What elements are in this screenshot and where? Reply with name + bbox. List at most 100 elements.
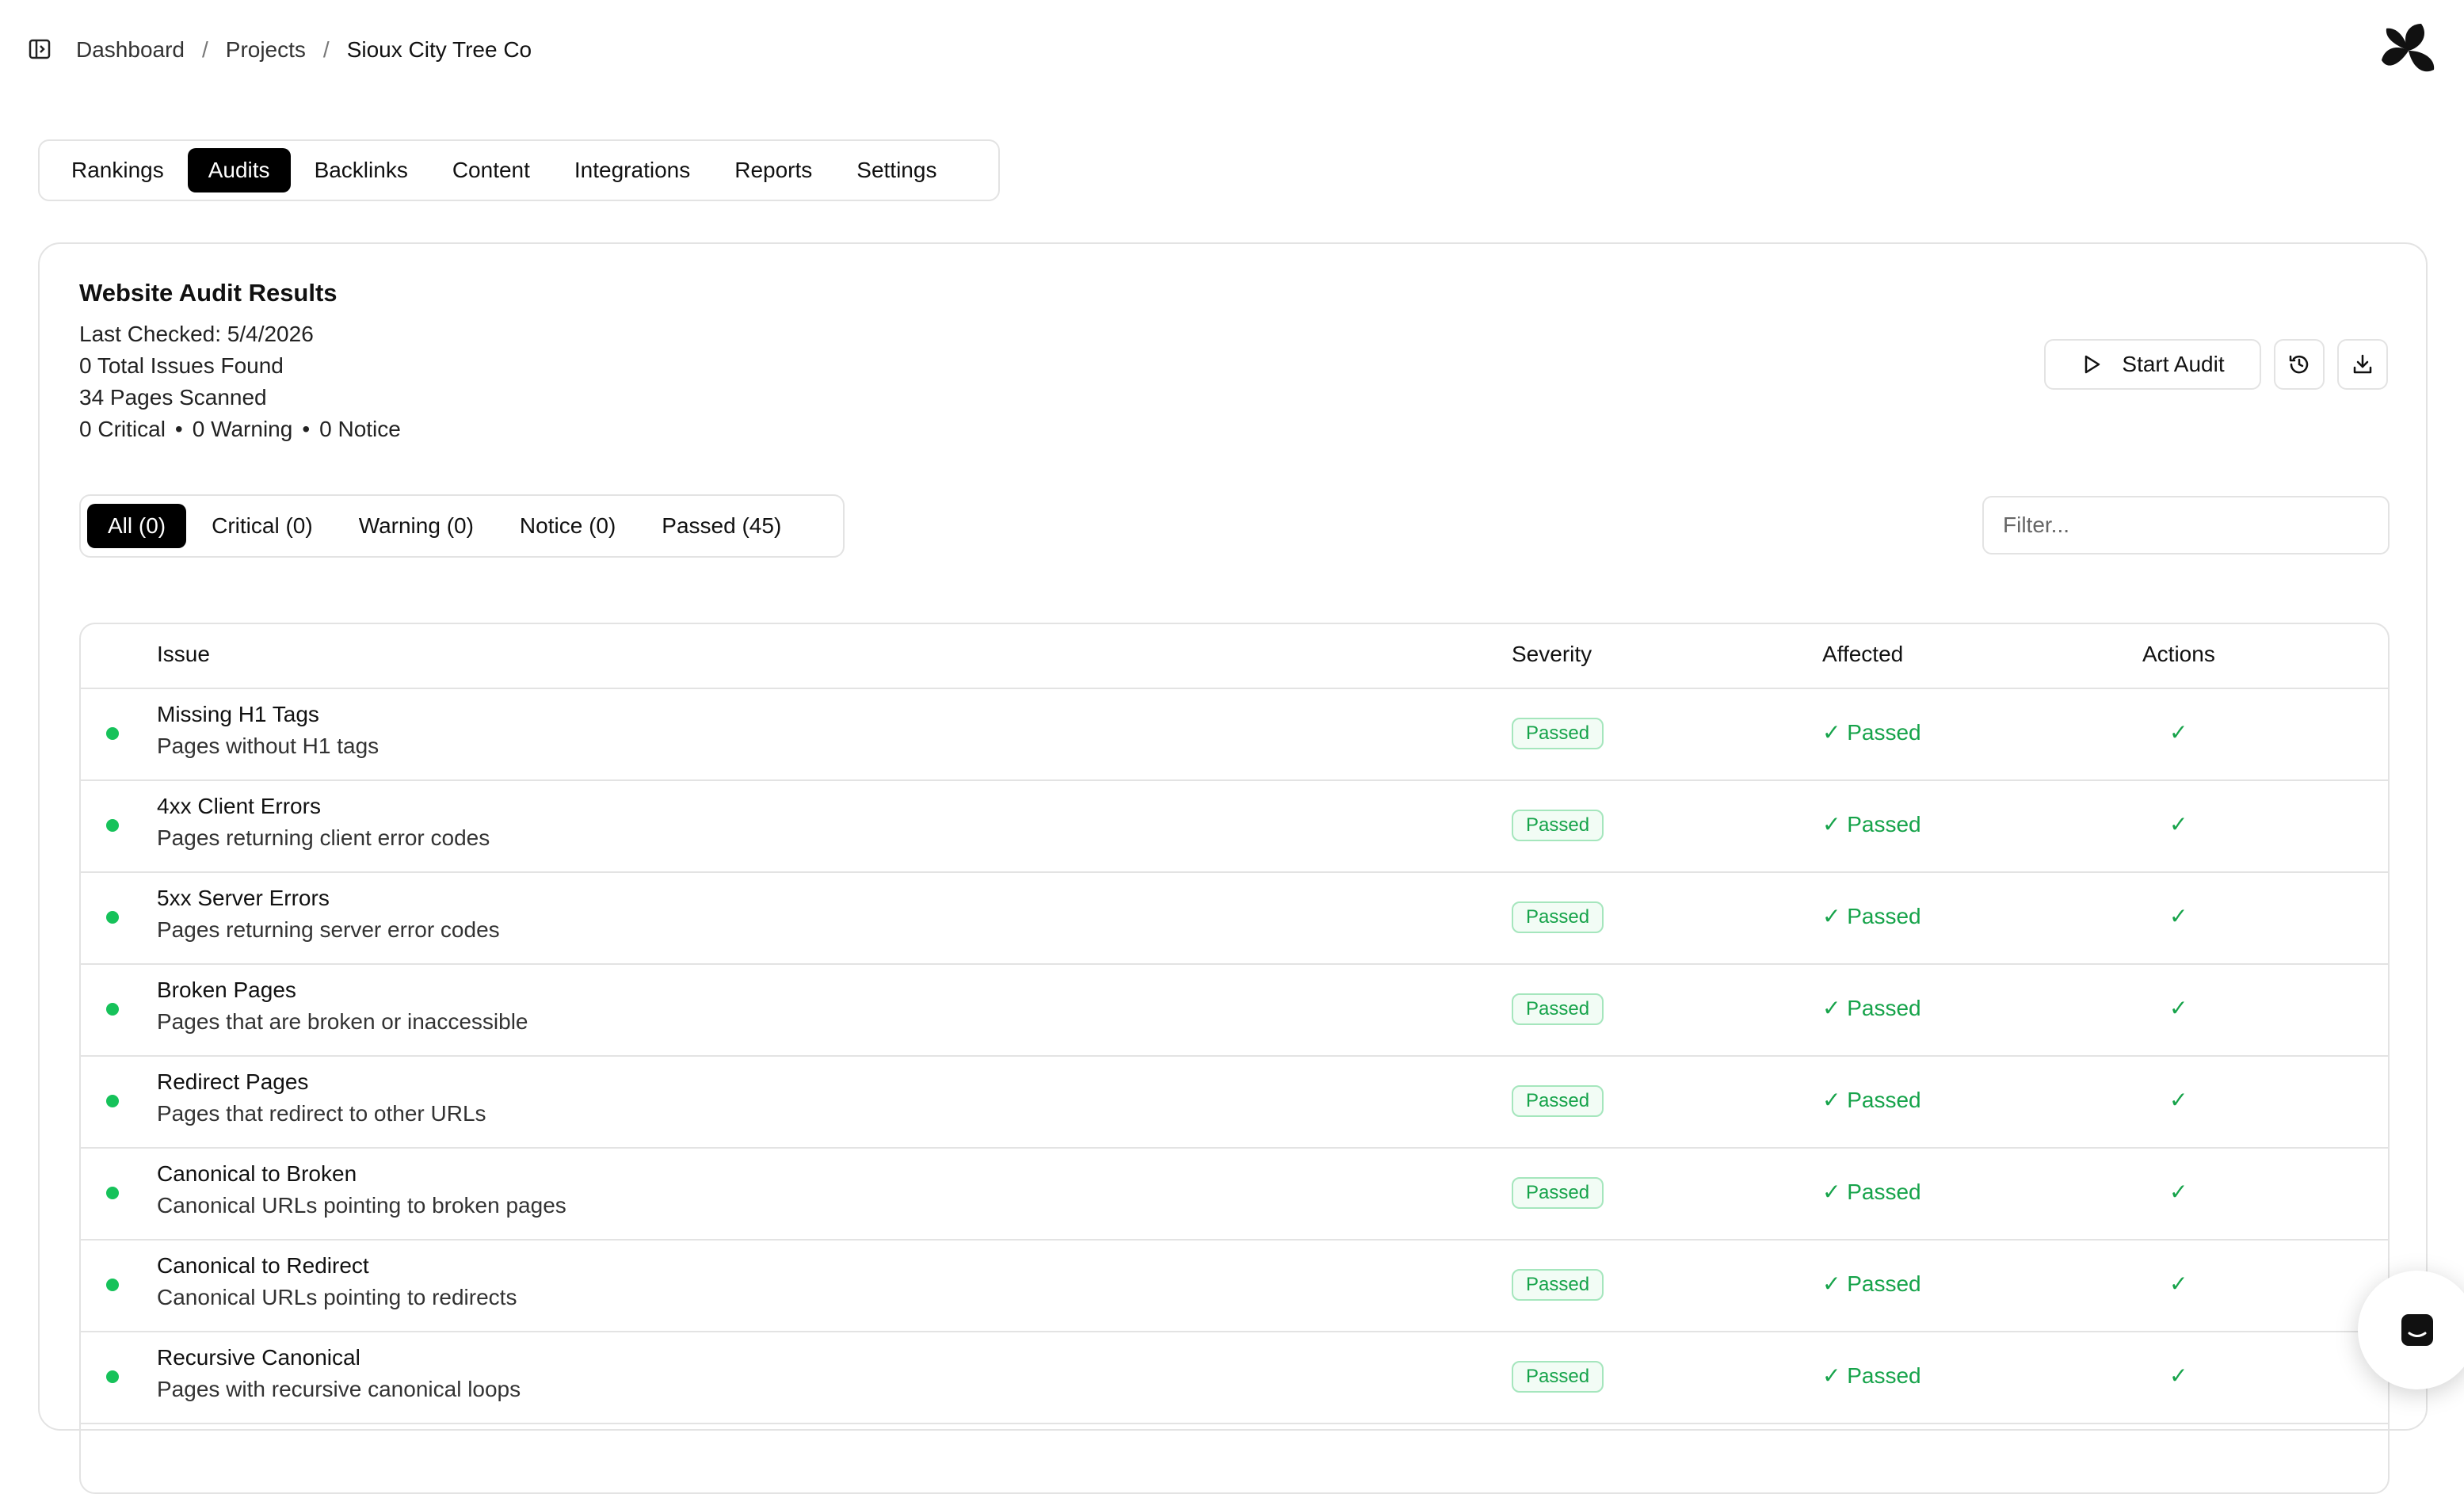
header-actions: Actions <box>2142 642 2215 666</box>
filter-tab-critical[interactable]: Critical (0) <box>191 504 334 548</box>
tab-content[interactable]: Content <box>432 148 551 192</box>
action-check-icon[interactable]: ✓ <box>2169 1363 2187 1389</box>
page-title: Website Audit Results <box>79 279 338 307</box>
tab-backlinks[interactable]: Backlinks <box>294 148 429 192</box>
action-check-icon[interactable]: ✓ <box>2169 1271 2187 1297</box>
table-row[interactable]: Recursive Canonical Pages with recursive … <box>81 1332 2388 1424</box>
filter-tab-passed[interactable]: Passed (45) <box>641 504 802 548</box>
breadcrumb-projects[interactable]: Projects <box>226 37 306 63</box>
chat-icon <box>2401 1314 2433 1346</box>
audit-card: Website Audit Results Last Checked: 5/4/… <box>38 242 2428 1494</box>
start-audit-label: Start Audit <box>2122 352 2225 376</box>
status-dot <box>106 911 119 924</box>
severity-badge: Passed <box>1512 1269 1604 1301</box>
affected-status: ✓ Passed <box>1822 904 1921 928</box>
table-row[interactable]: Redirect Pages Pages that redirect to oth… <box>81 1057 2388 1149</box>
issue-title: Redirect Pages <box>157 1069 309 1094</box>
severity-badge: Passed <box>1512 1361 1604 1393</box>
pages-scanned: 34 Pages Scanned <box>79 385 267 410</box>
severity-filter-tabs: All (0) Critical (0) Warning (0) Notice … <box>79 494 845 558</box>
issue-title: Canonical to Redirect <box>157 1253 369 1278</box>
issue-description: Canonical URLs pointing to broken pages <box>157 1193 566 1218</box>
issue-description: Pages that are broken or inaccessible <box>157 1009 528 1034</box>
start-audit-button[interactable]: Start Audit <box>2044 339 2261 390</box>
history-icon <box>2289 355 2309 374</box>
table-row[interactable]: Broken Pages Pages that are broken or ina… <box>81 965 2388 1057</box>
top-bar: Dashboard / Projects / Sioux City Tree C… <box>0 0 2464 103</box>
tab-audits[interactable]: Audits <box>187 148 291 192</box>
issue-description: Pages returning client error codes <box>157 825 490 850</box>
action-check-icon[interactable]: ✓ <box>2169 1087 2187 1113</box>
filter-tab-all[interactable]: All (0) <box>87 504 187 548</box>
breadcrumb-separator: / <box>322 37 330 62</box>
notice-count: 0 Notice <box>319 417 401 441</box>
tab-reports[interactable]: Reports <box>714 148 833 192</box>
breadcrumb-current: Sioux City Tree Co <box>346 37 532 62</box>
tab-settings[interactable]: Settings <box>836 148 957 192</box>
affected-status: ✓ Passed <box>1822 1363 1921 1388</box>
status-dot <box>106 1279 119 1291</box>
warning-count: 0 Warning <box>192 417 293 441</box>
issue-title: Recursive Canonical <box>157 1345 360 1370</box>
header-affected: Affected <box>1822 642 1904 666</box>
last-checked: Last Checked: 5/4/2026 <box>79 322 314 346</box>
affected-status: ✓ Passed <box>1822 720 1921 745</box>
issue-title: Canonical to Broken <box>157 1161 357 1186</box>
filter-tab-notice[interactable]: Notice (0) <box>499 504 636 548</box>
breadcrumb: Dashboard / Projects / Sioux City Tree C… <box>76 32 532 68</box>
status-dot <box>106 1003 119 1016</box>
issue-description: Pages returning server error codes <box>157 917 500 942</box>
action-check-icon[interactable]: ✓ <box>2169 811 2187 837</box>
status-dot <box>106 727 119 740</box>
action-check-icon[interactable]: ✓ <box>2169 995 2187 1021</box>
affected-status: ✓ Passed <box>1822 1088 1921 1112</box>
issue-description: Canonical URLs pointing to redirects <box>157 1285 517 1309</box>
sidebar-toggle-icon[interactable] <box>29 38 51 60</box>
issue-title: Missing H1 Tags <box>157 702 319 726</box>
severity-badge: Passed <box>1512 993 1604 1025</box>
affected-status: ✓ Passed <box>1822 996 1921 1020</box>
critical-count: 0 Critical <box>79 417 166 441</box>
action-check-icon[interactable]: ✓ <box>2169 903 2187 929</box>
severity-badge: Passed <box>1512 1085 1604 1117</box>
status-dot <box>106 1187 119 1199</box>
download-icon <box>2353 354 2372 374</box>
total-issues: 0 Total Issues Found <box>79 353 284 378</box>
table-row[interactable]: Canonical to Broken Canonical URLs pointi… <box>81 1149 2388 1241</box>
severity-badge: Passed <box>1512 1177 1604 1209</box>
severity-summary: 0 Critical • 0 Warning • 0 Notice <box>79 417 401 442</box>
filter-input[interactable] <box>1982 496 2390 555</box>
table-row[interactable]: 5xx Server Errors Pages returning server … <box>81 873 2388 965</box>
status-dot <box>106 1370 119 1383</box>
affected-status: ✓ Passed <box>1822 1271 1921 1296</box>
tab-integrations[interactable]: Integrations <box>554 148 711 192</box>
table-header: Issue Severity Affected Actions <box>81 624 2388 689</box>
separator-dot: • <box>302 417 311 441</box>
breadcrumb-dashboard[interactable]: Dashboard <box>76 37 185 63</box>
issue-description: Pages without H1 tags <box>157 734 380 758</box>
status-dot <box>106 1095 119 1107</box>
history-button[interactable] <box>2274 339 2325 390</box>
action-check-icon[interactable]: ✓ <box>2169 719 2187 745</box>
affected-status: ✓ Passed <box>1822 1180 1921 1204</box>
issue-title: Broken Pages <box>157 978 296 1002</box>
play-icon <box>2085 355 2100 374</box>
breadcrumb-separator: / <box>201 37 208 62</box>
table-row[interactable]: Missing H1 Tags Pages without H1 tags Pass… <box>81 689 2388 781</box>
action-check-icon[interactable]: ✓ <box>2169 1179 2187 1205</box>
pinwheel-logo[interactable] <box>2377 19 2440 82</box>
issue-title: 5xx Server Errors <box>157 886 330 910</box>
issue-description: Pages that redirect to other URLs <box>157 1101 486 1126</box>
download-button[interactable] <box>2337 339 2388 390</box>
table-row[interactable]: 4xx Client Errors Pages returning client … <box>81 781 2388 873</box>
table-row[interactable]: Canonical to Redirect Canonical URLs poin… <box>81 1241 2388 1332</box>
filter-tab-warning[interactable]: Warning (0) <box>338 504 494 548</box>
issues-table: Issue Severity Affected Actions Missing … <box>79 623 2390 1494</box>
header-issue: Issue <box>157 642 210 666</box>
header-severity: Severity <box>1512 642 1592 666</box>
tab-rankings[interactable]: Rankings <box>51 148 185 192</box>
nav-tabs: Rankings Audits Backlinks Content Integr… <box>38 139 1000 201</box>
severity-badge: Passed <box>1512 901 1604 933</box>
issue-title: 4xx Client Errors <box>157 794 321 818</box>
severity-badge: Passed <box>1512 718 1604 749</box>
